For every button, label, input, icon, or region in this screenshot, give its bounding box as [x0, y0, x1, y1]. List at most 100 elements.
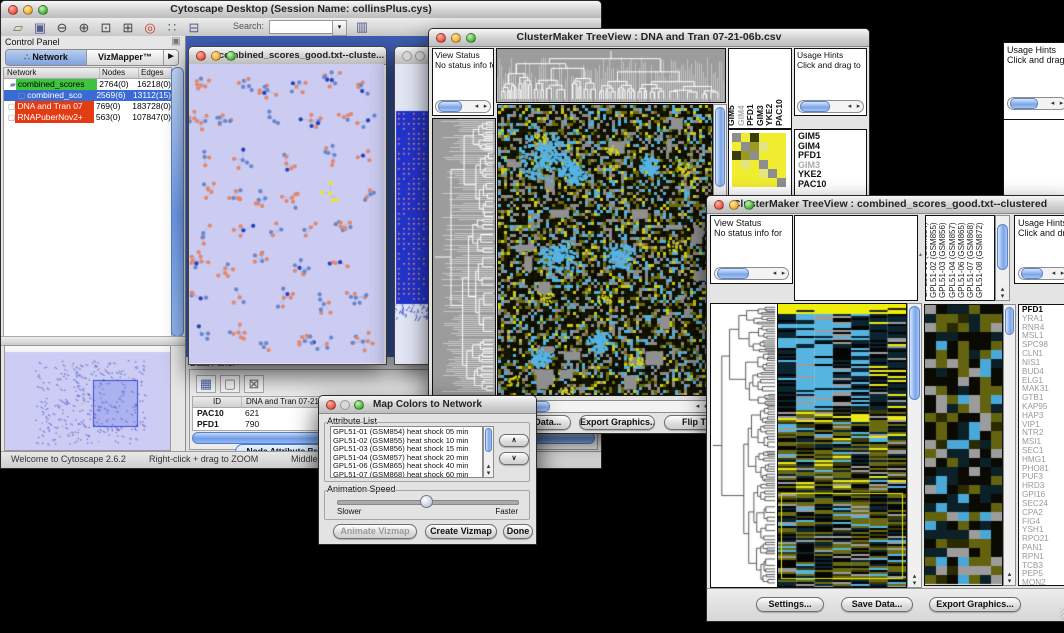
search-dropdown-button[interactable]: ▾ — [332, 20, 347, 36]
move-down-button[interactable]: ∨ — [499, 452, 529, 465]
open-icon[interactable]: ▱ — [7, 20, 29, 36]
attribute-list[interactable]: GPL51-01 (GSM854) heat shock 05 minGPL51… — [330, 426, 483, 478]
column-labels-vscrollbar[interactable]: ▴▾ — [995, 215, 1010, 301]
main-title-bar[interactable]: Cytoscape Desktop (Session Name: collins… — [1, 1, 601, 19]
heatmap[interactable] — [777, 303, 907, 588]
column-label: GIM4 — [736, 105, 746, 126]
tab-network[interactable]: ∴ Network — [6, 50, 86, 65]
table-icon[interactable]: ▦ — [196, 375, 216, 393]
heatmap-cell — [750, 151, 759, 160]
correlation-mini-heatmap[interactable] — [732, 133, 786, 187]
row-dendrogram[interactable] — [432, 118, 496, 396]
heatmap-cell — [777, 142, 786, 151]
dialog-title-bar[interactable]: Map Colors to Network — [319, 396, 536, 414]
document-icon[interactable]: ▥ — [351, 19, 373, 35]
treeview1-title: ClusterMaker TreeView : DNA and Tran 07-… — [517, 31, 782, 43]
minimize-icon[interactable] — [340, 400, 350, 410]
zoom-window-icon[interactable] — [226, 51, 236, 61]
zoom-selected-icon[interactable]: ⊡ — [95, 20, 117, 36]
zoom-out-icon[interactable]: ⊖ — [51, 20, 73, 36]
export-graphics-button[interactable]: Export Graphics... — [579, 415, 655, 430]
network-view-window: combined_scores_good.txt--cluste... — [188, 46, 387, 365]
control-vertical-scrollbar[interactable] — [171, 67, 184, 337]
resize-grip[interactable] — [1060, 608, 1064, 620]
usage-hints-box: Usage Hints Click and drag to ◂▸ — [794, 48, 867, 116]
network-list-item[interactable]: ▢combined_sco2569(6)13112(15) — [4, 90, 171, 101]
heatmap-vscrollbar[interactable]: ▴▾ — [907, 303, 922, 588]
heatmap-cell — [777, 160, 786, 169]
view-status-hscrollbar[interactable]: ◂▸ — [435, 100, 491, 113]
zoom-window-icon[interactable] — [744, 200, 754, 210]
fragment-hscrollbar[interactable]: ◂▸ — [1007, 97, 1064, 110]
animate-vizmap-button[interactable]: Animate Vizmap — [333, 524, 417, 539]
column-dendrogram-area[interactable] — [794, 215, 918, 301]
close-icon[interactable] — [196, 51, 206, 61]
status-welcome: Welcome to Cytoscape 2.6.2 — [11, 452, 126, 467]
float-panel-icon[interactable]: ▣ — [169, 34, 183, 50]
heatmap-cell — [759, 169, 768, 178]
heatmap-cell — [759, 151, 768, 160]
close-icon[interactable] — [402, 51, 412, 61]
usage-hints-hscrollbar[interactable]: ◂▸ — [797, 100, 864, 113]
usage-hints-text: Click and drag to — [1007, 55, 1064, 65]
attribute-list-vscrollbar[interactable]: ▴▾ — [483, 426, 494, 478]
close-icon[interactable] — [436, 33, 446, 43]
zoom-in-icon[interactable]: ⊕ — [73, 20, 95, 36]
treeview2-window: ClusterMaker TreeView : combined_scores_… — [706, 195, 1064, 622]
create-vizmap-button[interactable]: Create Vizmap — [425, 524, 497, 539]
status-hint-zoom: Right-click + drag to ZOOM — [149, 452, 258, 467]
save-icon[interactable]: ▣ — [29, 20, 51, 36]
delete-icon[interactable]: ⊠ — [244, 375, 264, 393]
view-status-hscrollbar[interactable]: ◂▸ — [714, 267, 789, 280]
network-list-item[interactable]: ▢RNAPuberNov2+563(0)107847(0) — [4, 112, 171, 123]
detail-vscrollbar[interactable]: ▴▾ — [1003, 304, 1016, 586]
tab-vizmapper[interactable]: VizMapper™ — [86, 50, 163, 65]
close-icon[interactable] — [8, 5, 18, 15]
attribute-item[interactable]: GPL51-07 (GSM868) heat shock 60 min — [333, 471, 482, 478]
birdseye-view[interactable] — [4, 345, 171, 451]
network-list-item[interactable]: ▰combined_scores2764(0)16218(0) — [4, 79, 171, 90]
row-label: PAC10 — [798, 180, 866, 190]
tab-overflow-arrow[interactable]: ▶ — [163, 50, 178, 65]
annotation-icon[interactable]: ⊟ — [183, 20, 205, 36]
settings-button[interactable]: Settings... — [756, 597, 824, 612]
export-graphics-button[interactable]: Export Graphics... — [929, 597, 1021, 612]
heatmap-cell — [741, 142, 750, 151]
heatmap[interactable] — [497, 104, 713, 396]
minimize-icon[interactable] — [729, 200, 739, 210]
network-view-title-bar[interactable]: combined_scores_good.txt--cluste... — [189, 47, 386, 65]
dialog-title: Map Colors to Network — [373, 399, 482, 410]
network-name: combined_scores — [16, 79, 97, 90]
treeview1-title-bar[interactable]: ClusterMaker TreeView : DNA and Tran 07-… — [429, 29, 869, 47]
move-up-button[interactable]: ∧ — [499, 434, 529, 447]
minimize-icon[interactable] — [23, 5, 33, 15]
column-dendrogram[interactable] — [496, 48, 726, 103]
window-controls[interactable] — [8, 5, 48, 15]
close-icon[interactable] — [714, 200, 724, 210]
zoom-window-icon[interactable] — [354, 400, 364, 410]
minimize-icon[interactable] — [211, 51, 221, 61]
zoom-window-icon[interactable] — [38, 5, 48, 15]
column-labels: GIM5GIM4PFD1GIM3YKE2PAC10 — [728, 48, 792, 129]
new-doc-icon[interactable]: ▢ — [220, 375, 240, 393]
treeview2-title-bar[interactable]: ClusterMaker TreeView : combined_scores_… — [707, 196, 1064, 214]
close-icon[interactable] — [326, 400, 336, 410]
save-data-button[interactable]: Save Data... — [841, 597, 913, 612]
speed-slider-thumb[interactable] — [420, 495, 433, 508]
network-canvas[interactable] — [189, 64, 384, 363]
zoom-window-icon[interactable] — [466, 33, 476, 43]
row-dendrogram[interactable] — [710, 303, 777, 588]
zoom-fit-icon[interactable]: ⊞ — [117, 20, 139, 36]
network-list-item[interactable]: ▢DNA and Tran 07769(0)183728(0) — [4, 101, 171, 112]
help-ring-icon[interactable]: ◎ — [139, 20, 161, 36]
view-status-box: View Status No status info for ◂▸ — [710, 215, 793, 284]
gene-label[interactable]: MON2 — [1022, 579, 1064, 586]
column-label: PFD1 — [745, 104, 755, 126]
usage-hints-hscrollbar[interactable]: ◂▸ — [1018, 267, 1064, 280]
minimize-icon[interactable] — [451, 33, 461, 43]
zoom-detail-panel[interactable] — [924, 304, 1003, 586]
search-input[interactable] — [269, 20, 333, 34]
done-button[interactable]: Done — [503, 524, 533, 539]
page-icon: ▢ — [4, 101, 15, 112]
minimize-icon[interactable] — [415, 51, 425, 61]
